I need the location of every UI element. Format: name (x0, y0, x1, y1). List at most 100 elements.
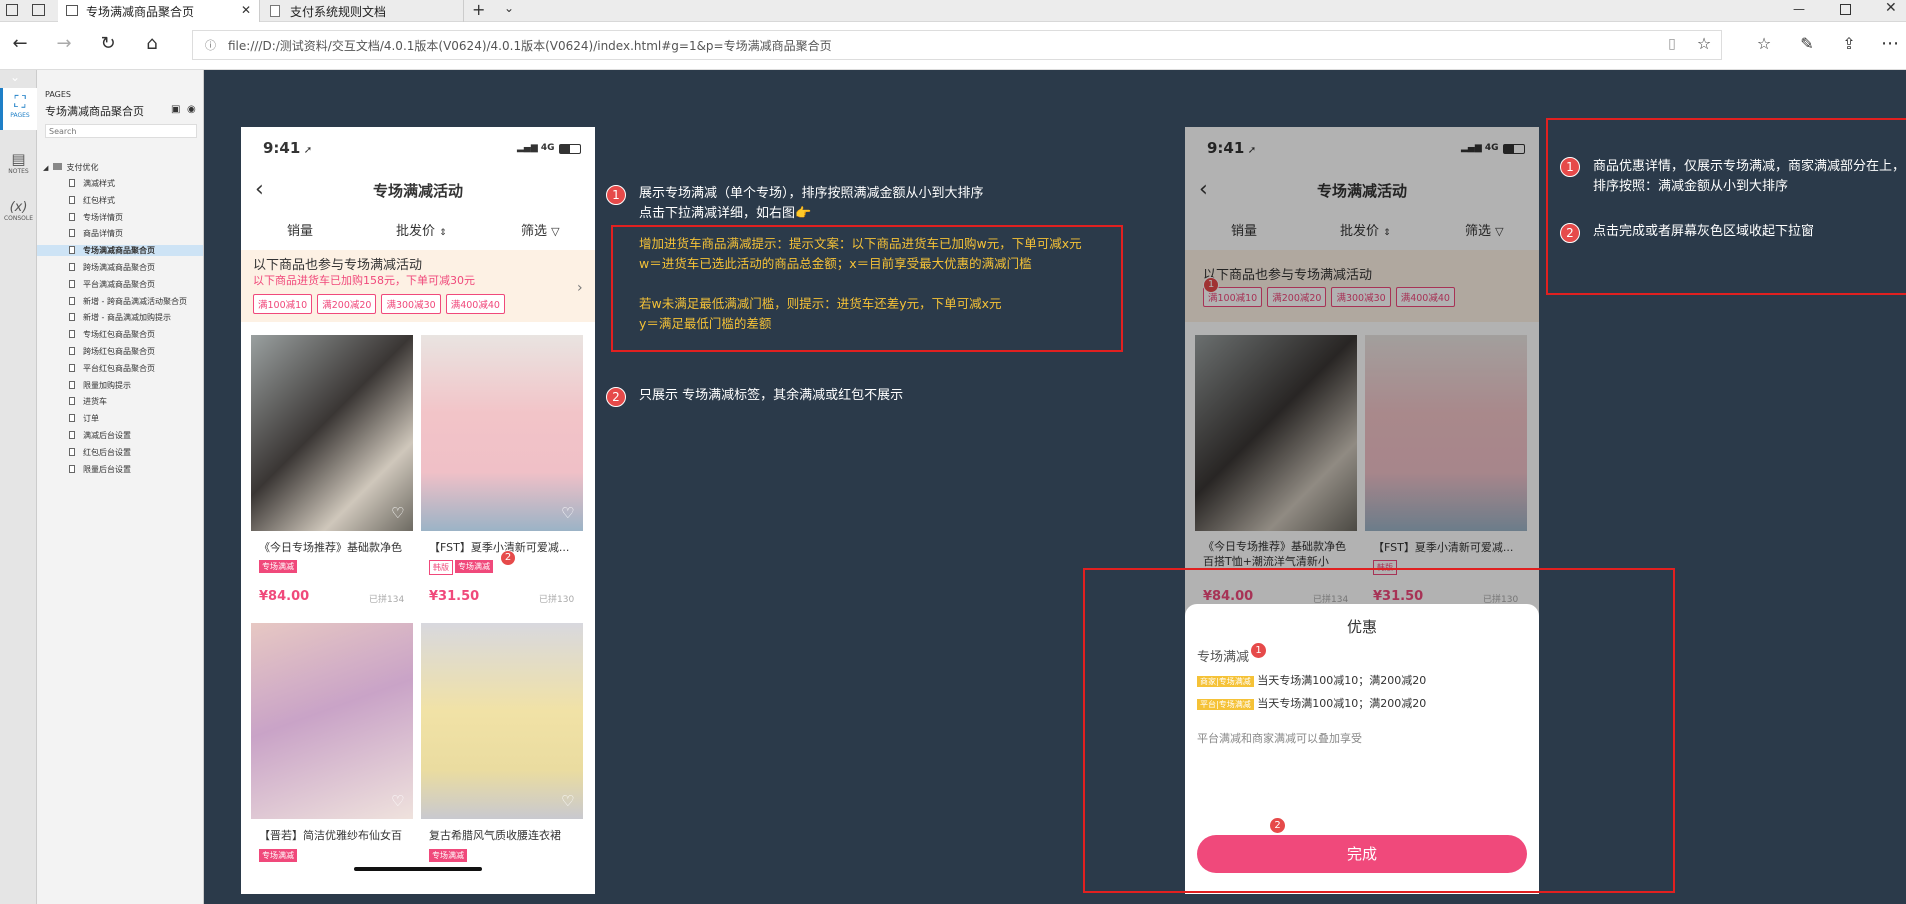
sold-count: 已拼134 (369, 595, 405, 605)
page-file-icon (69, 330, 75, 339)
reading-view-icon[interactable]: ▯ (1660, 32, 1684, 56)
minimize-icon[interactable]: — (1793, 2, 1805, 16)
sitemap-item-label: 限量后台设置 (83, 464, 131, 474)
refresh-icon[interactable]: ↻ (96, 32, 120, 56)
tab-set-aside-icon[interactable] (32, 4, 45, 16)
sitemap-item[interactable]: 红包后台设置 (69, 447, 131, 458)
share-icon[interactable]: ⇪ (1837, 32, 1861, 56)
page-file-icon (69, 229, 75, 238)
close-icon[interactable]: ✕ (241, 3, 251, 17)
sort-price-tab[interactable]: 批发价 ⇕ (396, 220, 447, 239)
expand-triangle-icon: ◢ (43, 164, 49, 172)
notes-panel-button[interactable]: ▤ NOTES (0, 150, 37, 175)
sitemap-item[interactable]: 限量后台设置 (69, 464, 131, 475)
filter-icon: ▽ (551, 225, 560, 238)
discount-chip: 满300减30 (381, 294, 441, 314)
sitemap-item[interactable]: 专场满减商品聚合页 (37, 245, 203, 257)
battery-icon (559, 144, 581, 154)
sitemap-item-label: 跨场满减商品聚合页 (83, 263, 155, 272)
close-window-icon[interactable]: ✕ (1885, 0, 1897, 16)
phone-mockup-left: 9:41 ➚ ▂▄▆ 4G ‹ 专场满减活动 销量 批发价 ⇕ 筛选 ▽ 以下商… (241, 127, 595, 894)
special-discount-tag: 专场满减 (259, 560, 297, 573)
annotation-highlight-box (1083, 568, 1675, 893)
sitemap-folder[interactable]: ◢ 支付优化 (43, 162, 98, 173)
note-line: 点击完成或者屏幕灰色区域收起下拉窗 (1593, 224, 1815, 239)
browser-tab-bar: 专场满减商品聚合页 ✕ 支付系统规则文档 + ⌄ — ✕ (0, 0, 1906, 22)
sitemap-item[interactable]: 新增 - 跨商品满减活动聚合页 (69, 296, 187, 307)
console-panel-button[interactable]: (x) CONSOLE (0, 200, 37, 222)
tab-active[interactable]: 专场满减商品聚合页 ✕ (58, 0, 260, 22)
sitemap-item[interactable]: 红包样式 (69, 195, 115, 206)
filter-tab[interactable]: 筛选 ▽ (521, 220, 560, 239)
sitemap-item[interactable]: 商品详情页 (69, 228, 123, 239)
sitemap-item[interactable]: 专场详情页 (69, 212, 123, 223)
more-icon[interactable]: ⋯ (1878, 32, 1902, 56)
product-image-yellow-dress[interactable] (421, 623, 583, 819)
heart-icon[interactable]: ♡ (561, 792, 574, 810)
product-name: 《今日专场推荐》基础款净色 (259, 541, 402, 554)
sort-updown-icon: ⇕ (439, 228, 447, 238)
pages-panel-button[interactable]: ⛶ PAGES (0, 88, 37, 130)
screen-title: 专场满减活动 (372, 182, 463, 200)
sitemap-item-label: 订单 (83, 414, 99, 424)
favorites-icon[interactable]: ☆ (1752, 32, 1776, 56)
sitemap-item[interactable]: 平台红包商品聚合页 (69, 363, 155, 374)
pen-icon[interactable]: ✎ (1795, 32, 1819, 56)
favorite-star-icon[interactable]: ☆ (1692, 32, 1716, 56)
url-field[interactable]: ⓘ file:///D:/测试资料/交互文档/4.0.1版本(V0624)/4.… (192, 30, 1722, 60)
product-image-earring[interactable] (251, 623, 413, 819)
page-file-icon (69, 347, 75, 355)
page-file-icon (69, 279, 75, 288)
product-price: ¥31.50 (429, 589, 480, 604)
page-file-icon (69, 397, 75, 406)
sitemap-item[interactable]: 进货车 (69, 396, 107, 407)
page-file-icon (69, 296, 75, 305)
sitemap-item[interactable]: 满减后台设置 (69, 430, 131, 441)
collapse-chevron-icon[interactable]: ⌄ (10, 70, 20, 84)
home-icon[interactable]: ⌂ (140, 32, 164, 56)
sitemap-item-label: 专场满减商品聚合页 (83, 246, 155, 256)
sitemap-item-label: 新增 - 商品满减加购提示 (83, 313, 171, 323)
back-icon[interactable]: ← (8, 32, 32, 56)
page-icon (270, 5, 280, 17)
sitemap-item[interactable]: 限量加购提示 (69, 380, 131, 391)
page-icon (66, 5, 78, 16)
forward-icon[interactable]: → (52, 32, 76, 56)
new-tab-icon[interactable]: + (472, 0, 485, 19)
sitemap-header: PAGES (45, 90, 71, 99)
annotation-marker-1: 1 (1560, 157, 1580, 177)
heart-icon[interactable]: ♡ (391, 792, 404, 810)
sitemap-item[interactable]: 新增 - 商品满减加购提示 (69, 312, 171, 323)
tab-inactive[interactable]: 支付系统规则文档 (262, 0, 464, 22)
product-image-dress[interactable] (251, 335, 413, 531)
chevron-down-icon[interactable]: ⌄ (504, 1, 514, 15)
heart-icon[interactable]: ♡ (561, 504, 574, 522)
sitemap-item[interactable]: 跨场红包商品聚合页 (69, 346, 155, 357)
search-input[interactable] (45, 124, 197, 138)
note-yellow-line: w＝进货车已选此活动的商品总金额；x＝目前享受最大优惠的满减门槛 (639, 256, 1032, 271)
settings-icon[interactable]: ◉ (187, 104, 196, 115)
product-image-tshirt[interactable] (421, 335, 583, 531)
korean-tag: 韩版 (429, 560, 453, 575)
sort-sales-tab[interactable]: 销量 (287, 220, 313, 239)
page-file-icon (69, 246, 75, 255)
sitemap-item[interactable]: 专场红包商品聚合页 (69, 329, 155, 340)
page-file-icon (69, 212, 75, 221)
heart-icon[interactable]: ♡ (391, 504, 404, 522)
export-icon[interactable]: ▣ (171, 104, 180, 115)
tab-title: 专场满减商品聚合页 (86, 4, 195, 19)
tab-actions-icon[interactable] (6, 4, 18, 16)
sitemap-item-label: 红包后台设置 (83, 447, 131, 457)
page-file-icon (69, 313, 75, 322)
restore-icon[interactable] (1840, 4, 1851, 15)
sitemap-item-label: 满减后台设置 (83, 431, 131, 440)
sitemap-panel: PAGES 专场满减商品聚合页 ▣ ◉ ◢ 支付优化 满减样式红包样式专场详情页… (37, 70, 204, 904)
annotation-highlight-box (1546, 118, 1906, 295)
product-price: ¥84.00 (259, 589, 310, 604)
chevron-right-icon: › (577, 280, 583, 296)
sitemap-item[interactable]: 平台满减商品聚合页 (69, 279, 155, 290)
sitemap-item[interactable]: 满减样式 (69, 178, 115, 189)
sitemap-item[interactable]: 跨场满减商品聚合页 (69, 262, 155, 273)
sitemap-item-label: 红包样式 (83, 195, 115, 205)
sitemap-item[interactable]: 订单 (69, 413, 99, 424)
